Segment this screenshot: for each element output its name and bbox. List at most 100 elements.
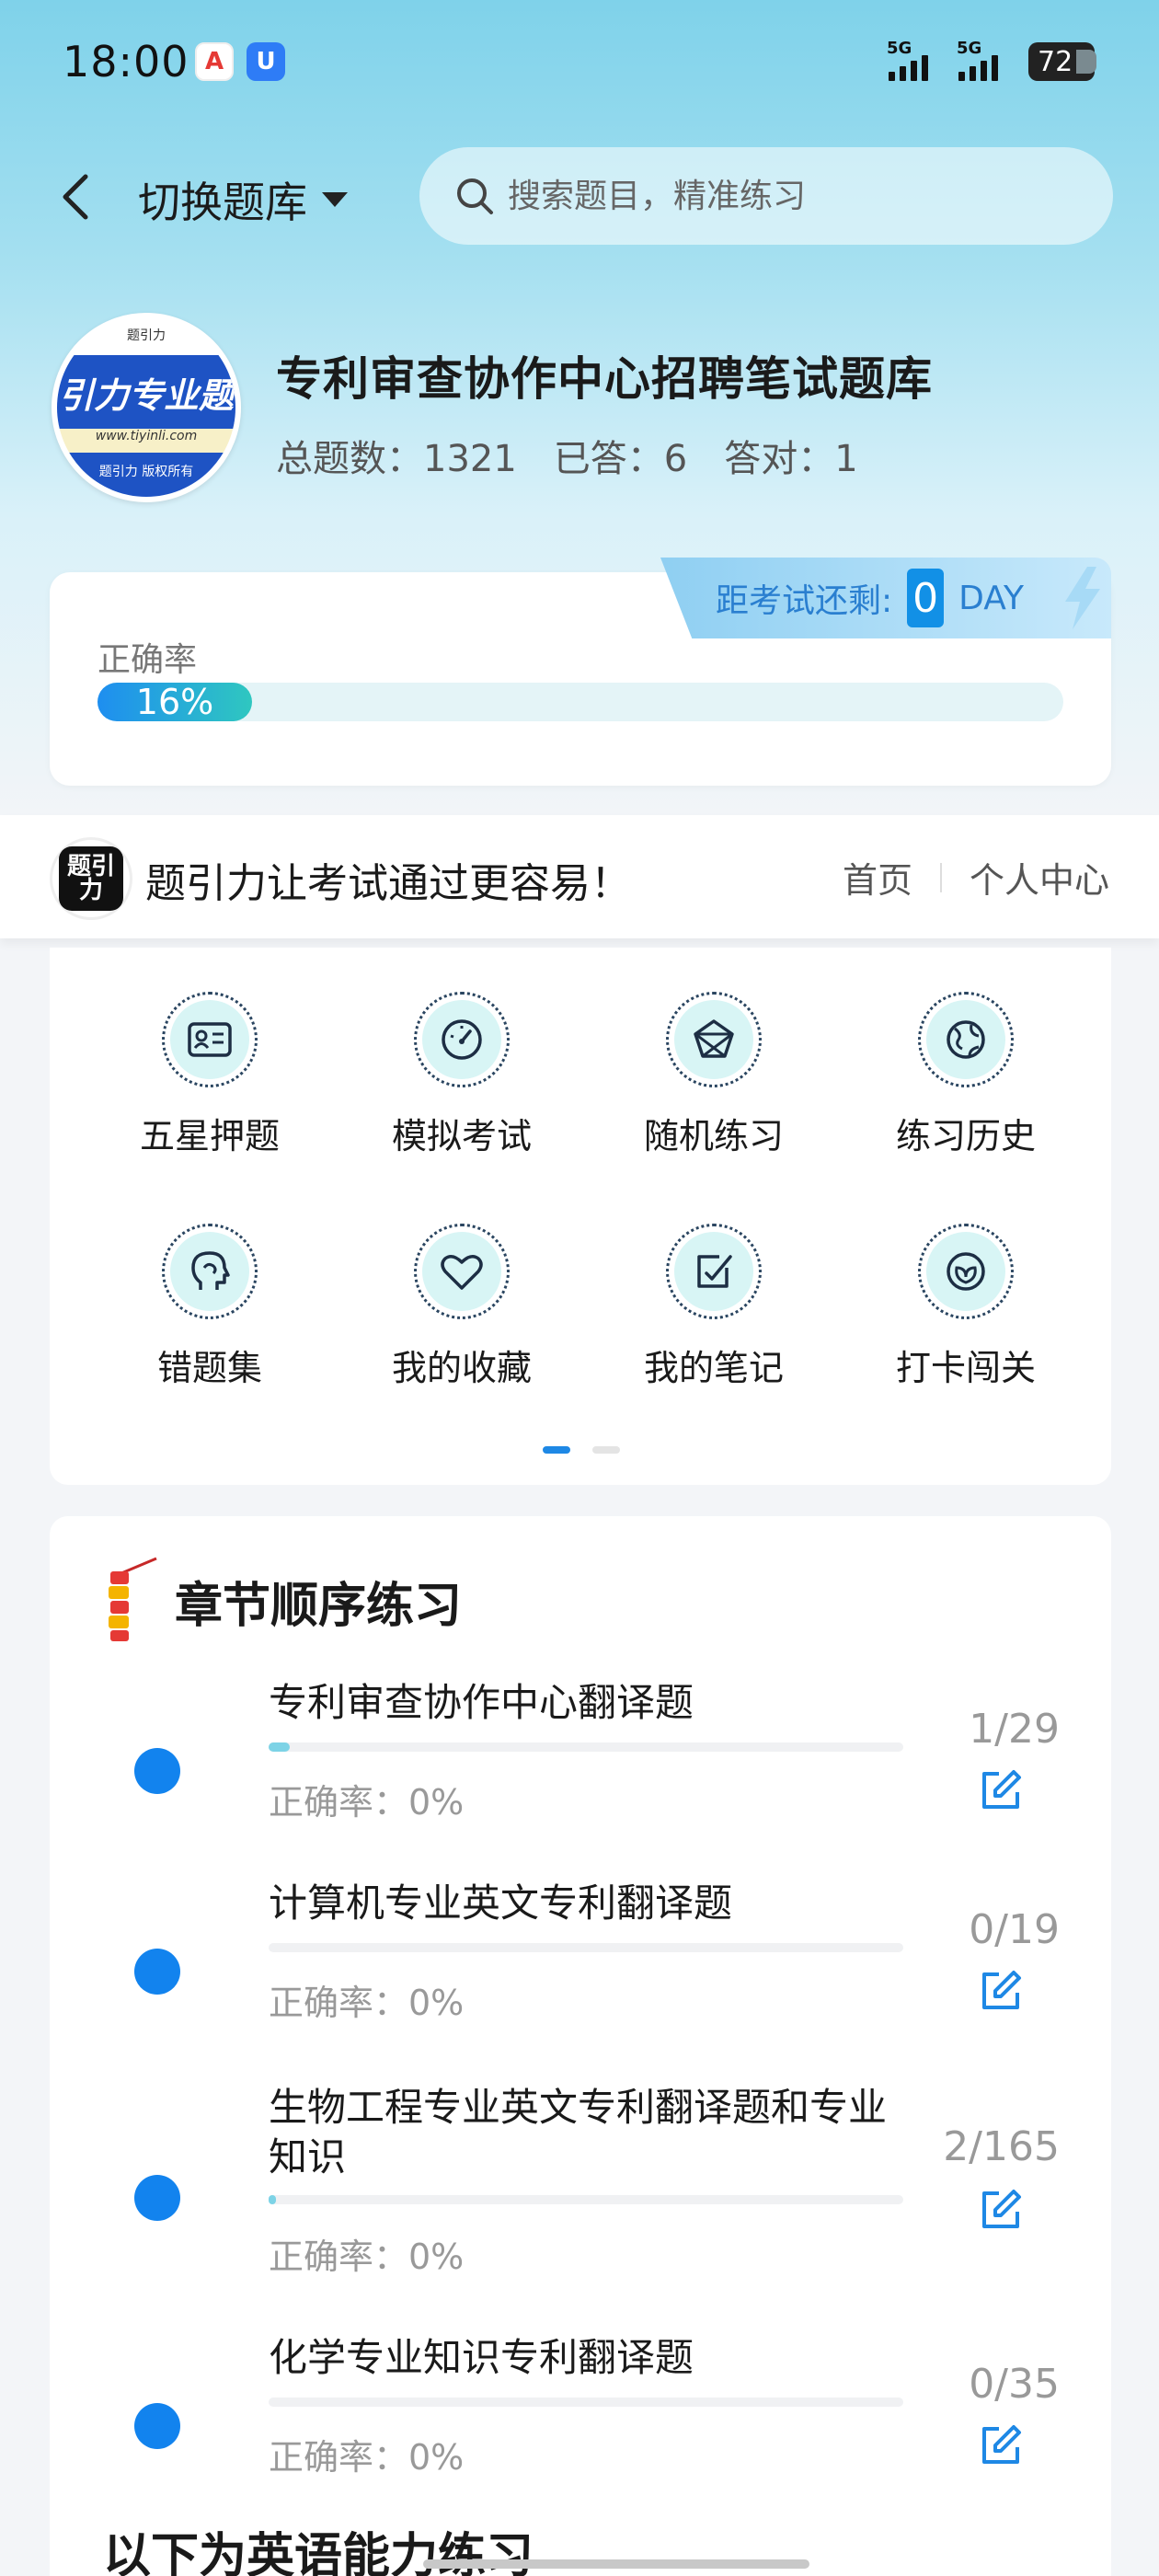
- chapter-count: 1/29: [969, 1706, 1060, 1753]
- exam-days-value: 0: [907, 569, 945, 627]
- chapter-item[interactable]: 生物工程专业英文专利翻译题和专业知识 正确率：0% 2/165: [50, 2077, 1111, 2307]
- chapter-progress-track: [269, 2195, 903, 2204]
- function-practice-history[interactable]: 练习历史: [855, 992, 1076, 1176]
- chapter-item[interactable]: 化学专业知识专利翻译题 正确率：0% 0/35: [50, 2328, 1111, 2512]
- function-label: 我的收藏: [391, 1348, 532, 1388]
- top-nav: 切换题库: [0, 138, 1159, 258]
- search-input[interactable]: [508, 177, 1060, 215]
- page-dot: [592, 1446, 620, 1454]
- function-label: 打卡闯关: [895, 1348, 1036, 1388]
- function-icon-ring: [162, 1224, 258, 1319]
- switch-bank-label: 切换题库: [138, 178, 307, 227]
- globe-icon: [947, 1020, 985, 1059]
- brand-logo-text: 题引力: [59, 846, 123, 911]
- function-icon-bg: [170, 1000, 249, 1079]
- function-icon-bg: [674, 1232, 753, 1311]
- chapter-title: 章节顺序练习: [175, 1578, 463, 1634]
- accuracy-progress-fill: 16%: [98, 682, 252, 722]
- chapter-count: 0/35: [969, 2361, 1060, 2408]
- edit-icon[interactable]: [973, 2182, 1028, 2237]
- chapter-accuracy: 正确率：0%: [269, 1782, 465, 1823]
- chapter-progress-fill: [269, 1742, 291, 1752]
- accuracy-label: 正确率: [98, 641, 198, 679]
- firecracker-icon: [109, 1557, 157, 1641]
- id-card-icon: [188, 1022, 232, 1057]
- page-indicator: [543, 1446, 620, 1454]
- function-notes[interactable]: 我的笔记: [603, 1224, 824, 1408]
- search-box[interactable]: [419, 147, 1113, 245]
- chapter-progress-track: [269, 2398, 903, 2407]
- edit-icon[interactable]: [973, 1963, 1028, 2018]
- chapter-name: 生物工程专业英文专利翻译题和专业知识: [269, 2085, 888, 2179]
- function-mock-exam[interactable]: 模拟考试: [351, 992, 572, 1176]
- bank-logo-top: 题引力: [57, 318, 235, 355]
- exam-countdown: 距考试还剩: 0 DAY: [660, 558, 1111, 638]
- chapter-item[interactable]: 专利审查协作中心翻译题 正确率：0% 1/29: [50, 1673, 1111, 1857]
- function-icon-ring: [666, 1224, 762, 1319]
- signal-icon: 5G: [887, 39, 928, 81]
- chapter-name: 计算机专业英文专利翻译题: [269, 1880, 733, 1926]
- function-icon-ring: [918, 992, 1014, 1087]
- exam-day-unit: DAY: [958, 579, 1025, 617]
- total-count: 总题数：1321: [276, 438, 517, 480]
- accuracy-card: 距考试还剩: 0 DAY 正确率 16%: [50, 558, 1111, 786]
- function-label: 练习历史: [895, 1116, 1036, 1156]
- chapter-accuracy: 正确率：0%: [269, 2237, 465, 2277]
- function-icon-ring: [162, 992, 258, 1087]
- pencil-square-icon: [982, 1971, 1021, 2009]
- function-checkin[interactable]: 打卡闯关: [855, 1224, 1076, 1408]
- function-icon-ring: [918, 1224, 1014, 1319]
- function-label: 错题集: [156, 1348, 262, 1388]
- lightning-icon: [1065, 567, 1100, 629]
- battery-icon: 72: [1028, 42, 1096, 81]
- function-random-practice[interactable]: 随机练习: [603, 992, 824, 1176]
- chapter-progress-track: [269, 1742, 903, 1752]
- link-divider: [939, 862, 942, 892]
- back-button[interactable]: [52, 173, 99, 221]
- chapter-progress-fill: [269, 2195, 277, 2204]
- bank-logo-url: www.tiyinli.com: [57, 429, 235, 453]
- edit-icon[interactable]: [973, 2418, 1028, 2473]
- function-icon-ring: [414, 992, 510, 1087]
- edit-icon[interactable]: [973, 1763, 1028, 1818]
- function-favorites[interactable]: 我的收藏: [351, 1224, 572, 1408]
- chapter-item[interactable]: 计算机专业英文专利翻译题 正确率：0% 0/19: [50, 1873, 1111, 2057]
- head-icon: [191, 1251, 230, 1290]
- function-wrong-set[interactable]: 错题集: [99, 1224, 320, 1408]
- shuffle-icon: [694, 1019, 734, 1058]
- chapter-name: 专利审查协作中心翻译题: [269, 1680, 694, 1725]
- gauge-icon: [442, 1019, 482, 1060]
- accuracy-progress-track: 16%: [98, 682, 1063, 722]
- status-bar: 18:00 A U 5G 5G 72: [0, 0, 1159, 120]
- function-label: 随机练习: [643, 1116, 784, 1156]
- function-icon-ring: [666, 992, 762, 1087]
- bank-stats: 总题数：1321 已答：6 答对：1: [276, 429, 858, 482]
- bank-title: 专利审查协作中心招聘笔试题库: [276, 352, 933, 406]
- signal-icon-2: 5G: [957, 39, 998, 81]
- heart-icon: [441, 1255, 483, 1290]
- function-icon-bg: [422, 1232, 501, 1311]
- note-check-icon: [697, 1255, 732, 1288]
- caret-down-icon: [322, 192, 348, 207]
- function-five-star[interactable]: 五星押题: [99, 992, 320, 1176]
- function-label: 五星押题: [139, 1116, 280, 1156]
- home-link[interactable]: 首页: [843, 852, 912, 903]
- status-time: 18:00: [63, 37, 189, 86]
- personal-center-link[interactable]: 个人中心: [970, 852, 1109, 903]
- exam-countdown-label: 距考试还剩:: [716, 582, 893, 620]
- notification-shield-icon: U: [247, 42, 285, 81]
- switch-bank-button[interactable]: 切换题库: [138, 169, 350, 230]
- correct-count: 答对：1: [724, 438, 858, 480]
- home-indicator[interactable]: [423, 2559, 809, 2569]
- chapter-count: 2/165: [943, 2123, 1060, 2170]
- function-icon-bg: [674, 1000, 753, 1079]
- notification-app-icon: A: [195, 42, 234, 81]
- chapter-header: 章节顺序练习: [103, 1555, 462, 1647]
- brand-logo: 题引力: [50, 837, 132, 920]
- bank-logo-text: 引力专业题: [57, 355, 235, 429]
- slogan-links: 首页 个人中心: [843, 852, 1109, 903]
- function-icon-bg: [926, 1000, 1005, 1079]
- chapter-bullet: [134, 2403, 180, 2449]
- slogan-text: 题引力让考试通过更容易！: [145, 860, 631, 907]
- page-dot-active: [543, 1446, 570, 1454]
